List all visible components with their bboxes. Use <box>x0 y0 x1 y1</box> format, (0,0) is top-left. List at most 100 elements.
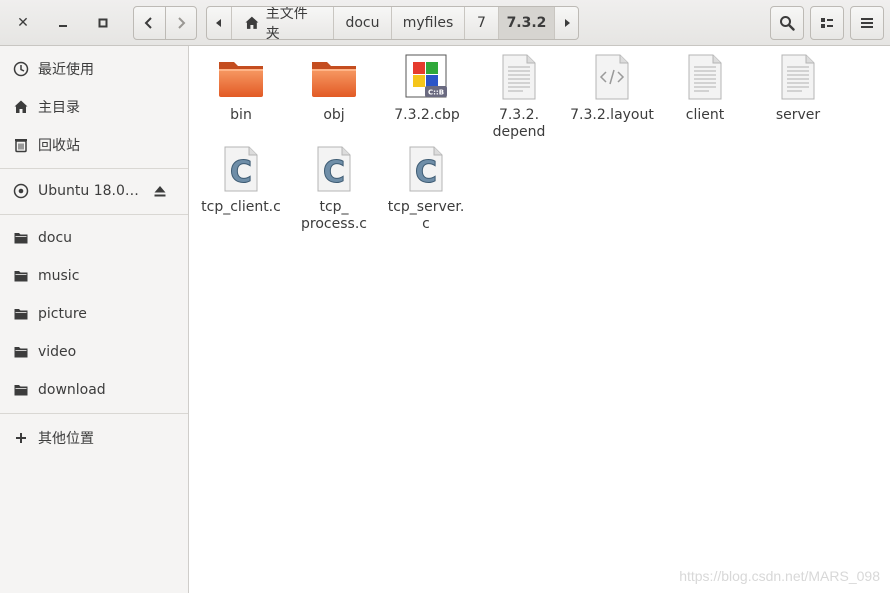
breadcrumb-7[interactable]: 7 <box>464 7 498 39</box>
folder-icon <box>13 382 29 398</box>
text-document-icon <box>502 54 536 100</box>
c-source-icon: C <box>317 146 351 192</box>
file-name: server <box>775 107 821 123</box>
folder-icon <box>13 230 29 246</box>
folder-icon <box>13 344 29 360</box>
breadcrumb-home[interactable]: 主文件夹 <box>231 7 333 39</box>
sidebar-item-device[interactable]: Ubuntu 18.0… <box>0 173 188 209</box>
file-item[interactable]: 7.3.2. depend <box>472 47 566 141</box>
folder-icon <box>13 306 29 322</box>
sidebar-item-label: 最近使用 <box>38 62 94 78</box>
file-item[interactable]: C tcp_server. c <box>379 139 473 233</box>
close-window-button[interactable]: ✕ <box>9 9 37 37</box>
trash-icon <box>13 137 29 153</box>
folder-icon <box>13 268 29 284</box>
sidebar-item-label: 主目录 <box>38 100 80 116</box>
breadcrumb-label: 7 <box>477 15 486 31</box>
file-item[interactable]: client <box>658 47 752 124</box>
sidebar-item-docu[interactable]: docu <box>0 220 188 256</box>
file-name: 7.3.2. depend <box>492 107 546 140</box>
file-name: tcp_client.c <box>201 199 281 215</box>
file-item[interactable]: obj <box>287 47 381 124</box>
sidebar: 最近使用 主目录 回收站 Ubuntu 18.0… docu music pic… <box>0 46 189 593</box>
chevron-left-icon <box>144 17 152 29</box>
sidebar-item-label: download <box>38 382 106 398</box>
codeblocks-project-icon: C::B <box>405 54 447 98</box>
file-name: bin <box>230 107 252 123</box>
maximize-icon <box>98 18 108 28</box>
search-icon <box>780 16 795 31</box>
file-item[interactable]: 7.3.2.layout <box>565 47 659 124</box>
back-button[interactable] <box>134 7 165 39</box>
forward-button[interactable] <box>164 7 197 39</box>
file-item[interactable]: C tcp_client.c <box>194 139 288 216</box>
c-source-icon: C <box>409 146 443 192</box>
folder-icon <box>219 62 263 97</box>
file-name: obj <box>323 107 345 123</box>
breadcrumb-myfiles[interactable]: myfiles <box>391 7 464 39</box>
sidebar-item-other-locations[interactable]: 其他位置 <box>0 420 188 456</box>
breadcrumb-label: 7.3.2 <box>506 15 547 31</box>
sidebar-item-label: 其他位置 <box>38 431 94 447</box>
search-button[interactable] <box>770 6 804 40</box>
sidebar-item-label: picture <box>38 306 87 322</box>
close-icon: ✕ <box>17 15 29 31</box>
breadcrumb: 主文件夹 docu myfiles 7 7.3.2 <box>206 6 579 40</box>
xml-document-icon <box>595 54 629 100</box>
minimize-window-button[interactable] <box>49 9 77 37</box>
path-scroll-left-button[interactable] <box>207 7 231 39</box>
maximize-window-button[interactable] <box>89 9 117 37</box>
sidebar-divider <box>0 214 188 215</box>
breadcrumb-docu[interactable]: docu <box>333 7 391 39</box>
svg-text:C: C <box>323 155 345 190</box>
breadcrumb-label: docu <box>345 15 380 31</box>
file-item[interactable]: server <box>751 47 845 124</box>
folder-icon <box>312 62 356 97</box>
disc-icon <box>13 183 29 199</box>
triangle-right-icon <box>564 19 570 27</box>
plus-icon <box>13 430 29 446</box>
sidebar-item-recent[interactable]: 最近使用 <box>0 51 188 87</box>
file-name: 7.3.2.cbp <box>394 107 460 123</box>
file-item[interactable]: bin <box>194 47 288 124</box>
file-name: 7.3.2.layout <box>570 107 654 123</box>
watermark: https://blog.csdn.net/MARS_098 <box>679 568 880 584</box>
sidebar-item-music[interactable]: music <box>0 258 188 294</box>
sidebar-item-label: video <box>38 344 77 360</box>
view-toggle-button[interactable] <box>810 6 844 40</box>
sidebar-item-label: 回收站 <box>38 138 80 154</box>
file-name: tcp_server. c <box>387 199 465 232</box>
file-grid: bin obj C::B 7.3.2.cbp 7.3.2. depend 7.3… <box>190 47 890 593</box>
file-item[interactable]: C::B 7.3.2.cbp <box>380 47 474 124</box>
sidebar-item-video[interactable]: video <box>0 334 188 370</box>
path-scroll-right-button[interactable] <box>554 7 578 39</box>
app-menu-button[interactable] <box>850 6 884 40</box>
clock-icon <box>13 61 29 77</box>
history-navigation <box>133 6 197 40</box>
sidebar-divider <box>0 413 188 414</box>
file-item[interactable]: C tcp_ process.c <box>287 139 381 233</box>
sidebar-item-home[interactable]: 主目录 <box>0 89 188 125</box>
header-bar: ✕ 主文件夹 docu myfiles 7 7.3.2 <box>0 0 890 46</box>
triangle-left-icon <box>216 19 221 27</box>
breadcrumb-current[interactable]: 7.3.2 <box>498 7 554 39</box>
text-document-icon <box>688 54 722 100</box>
file-name: tcp_ process.c <box>301 199 367 232</box>
sidebar-divider <box>0 168 188 169</box>
sidebar-item-label: music <box>38 268 80 284</box>
breadcrumb-home-label: 主文件夹 <box>265 6 308 40</box>
c-source-icon: C <box>224 146 258 192</box>
list-view-icon <box>821 18 833 28</box>
chevron-right-icon <box>178 17 186 29</box>
svg-text:C::B: C::B <box>428 89 444 97</box>
sidebar-item-trash[interactable]: 回收站 <box>0 127 188 163</box>
home-icon <box>245 16 259 29</box>
sidebar-item-label: docu <box>38 230 73 246</box>
file-name: client <box>685 107 725 123</box>
hamburger-menu-icon <box>861 18 873 28</box>
minimize-icon <box>59 25 67 27</box>
sidebar-item-download[interactable]: download <box>0 372 188 408</box>
eject-icon[interactable] <box>152 183 168 199</box>
text-document-icon <box>781 54 815 100</box>
sidebar-item-picture[interactable]: picture <box>0 296 188 332</box>
